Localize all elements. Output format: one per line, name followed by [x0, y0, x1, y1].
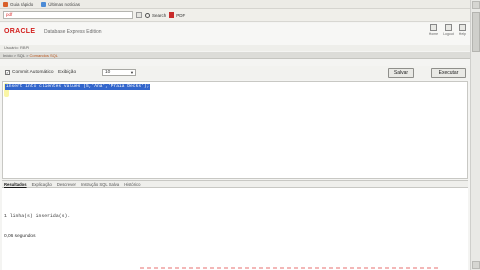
- tab-results[interactable]: Resultados: [4, 182, 27, 187]
- favorite-label: Guia rápido: [10, 1, 34, 7]
- logout-icon: [444, 24, 452, 31]
- result-message: 1 linha(s) inserida(s).: [4, 214, 71, 219]
- search-label: Search: [152, 12, 167, 18]
- sql-editor[interactable]: insert into clientes values (5,'Ana','Pr…: [2, 81, 468, 179]
- scroll-up-icon[interactable]: [472, 1, 480, 9]
- vertical-scrollbar[interactable]: [470, 0, 480, 270]
- breadcrumb-current: Comandos SQL: [29, 53, 59, 58]
- breadcrumb: Início > SQL > Comandos SQL: [0, 52, 470, 59]
- display-value: 10: [105, 70, 111, 75]
- help-icon: [458, 24, 466, 31]
- command-toolbar: ✓ Commit Automático Exibição 10 ▼ Salvar…: [0, 66, 470, 80]
- user-info: Usuário: RBPI: [0, 45, 470, 51]
- favorite-item[interactable]: Guia rápido: [3, 1, 34, 7]
- app-header: ORACLE Database Express Edition Home Log…: [0, 23, 470, 45]
- chevron-down-icon: ▼: [130, 70, 134, 75]
- status-strip: [140, 267, 440, 269]
- tab-history[interactable]: Histórico: [124, 182, 140, 187]
- browser-toolbar: pdf Search PDF: [0, 9, 470, 22]
- home-link[interactable]: Home: [429, 24, 438, 36]
- logout-label: Logout: [443, 32, 454, 36]
- search-icon: [145, 12, 150, 18]
- home-icon: [429, 24, 437, 31]
- home-label: Home: [428, 32, 439, 36]
- autocommit-label: Commit Automático: [12, 70, 54, 75]
- oracle-logo: ORACLE: [4, 28, 36, 35]
- help-link[interactable]: Help: [459, 24, 466, 36]
- site-icon: [3, 1, 8, 7]
- toolbar-search-input[interactable]: pdf: [3, 11, 133, 19]
- autocommit-checkbox[interactable]: ✓: [5, 70, 10, 75]
- favorites-bar: Guia rápido Últimas notícias: [0, 0, 470, 9]
- save-button[interactable]: Salvar: [388, 68, 414, 78]
- execution-time: 0,06 segundos: [4, 234, 36, 239]
- scroll-thumb[interactable]: [472, 12, 480, 52]
- scroll-down-icon[interactable]: [472, 261, 480, 269]
- run-button[interactable]: Executar: [431, 68, 466, 78]
- favorite-item[interactable]: Últimas notícias: [41, 1, 81, 7]
- results-tabs: Resultados Explicação Descrever Instruçã…: [2, 180, 468, 188]
- sql-text[interactable]: insert into clientes values (5,'Ana','Pr…: [5, 84, 151, 90]
- logout-link[interactable]: Logout: [443, 24, 454, 36]
- pdf-label: PDF: [176, 12, 186, 18]
- browser-window: Guia rápido Últimas notícias pdf Search …: [0, 0, 470, 270]
- favorite-label: Últimas notícias: [48, 1, 81, 7]
- breadcrumb-path[interactable]: Início > SQL >: [3, 53, 30, 58]
- news-icon: [41, 1, 47, 7]
- help-label: Help: [458, 32, 466, 36]
- tab-saved-sql[interactable]: Instrução SQL Salva: [81, 182, 119, 187]
- display-label: Exibição: [58, 70, 77, 75]
- header-icons: Home Logout Help: [429, 24, 466, 36]
- edition-title: Database Express Edition: [44, 29, 102, 35]
- tab-describe[interactable]: Descrever: [57, 182, 76, 187]
- tab-explain[interactable]: Explicação: [32, 182, 52, 187]
- pdf-button[interactable]: PDF: [169, 12, 185, 18]
- search-button[interactable]: Search: [145, 12, 167, 18]
- results-panel: Resultados Explicação Descrever Instruçã…: [2, 180, 468, 270]
- display-select[interactable]: 10 ▼: [102, 69, 136, 76]
- dropdown-icon[interactable]: [136, 12, 142, 18]
- pdf-icon: [169, 12, 175, 18]
